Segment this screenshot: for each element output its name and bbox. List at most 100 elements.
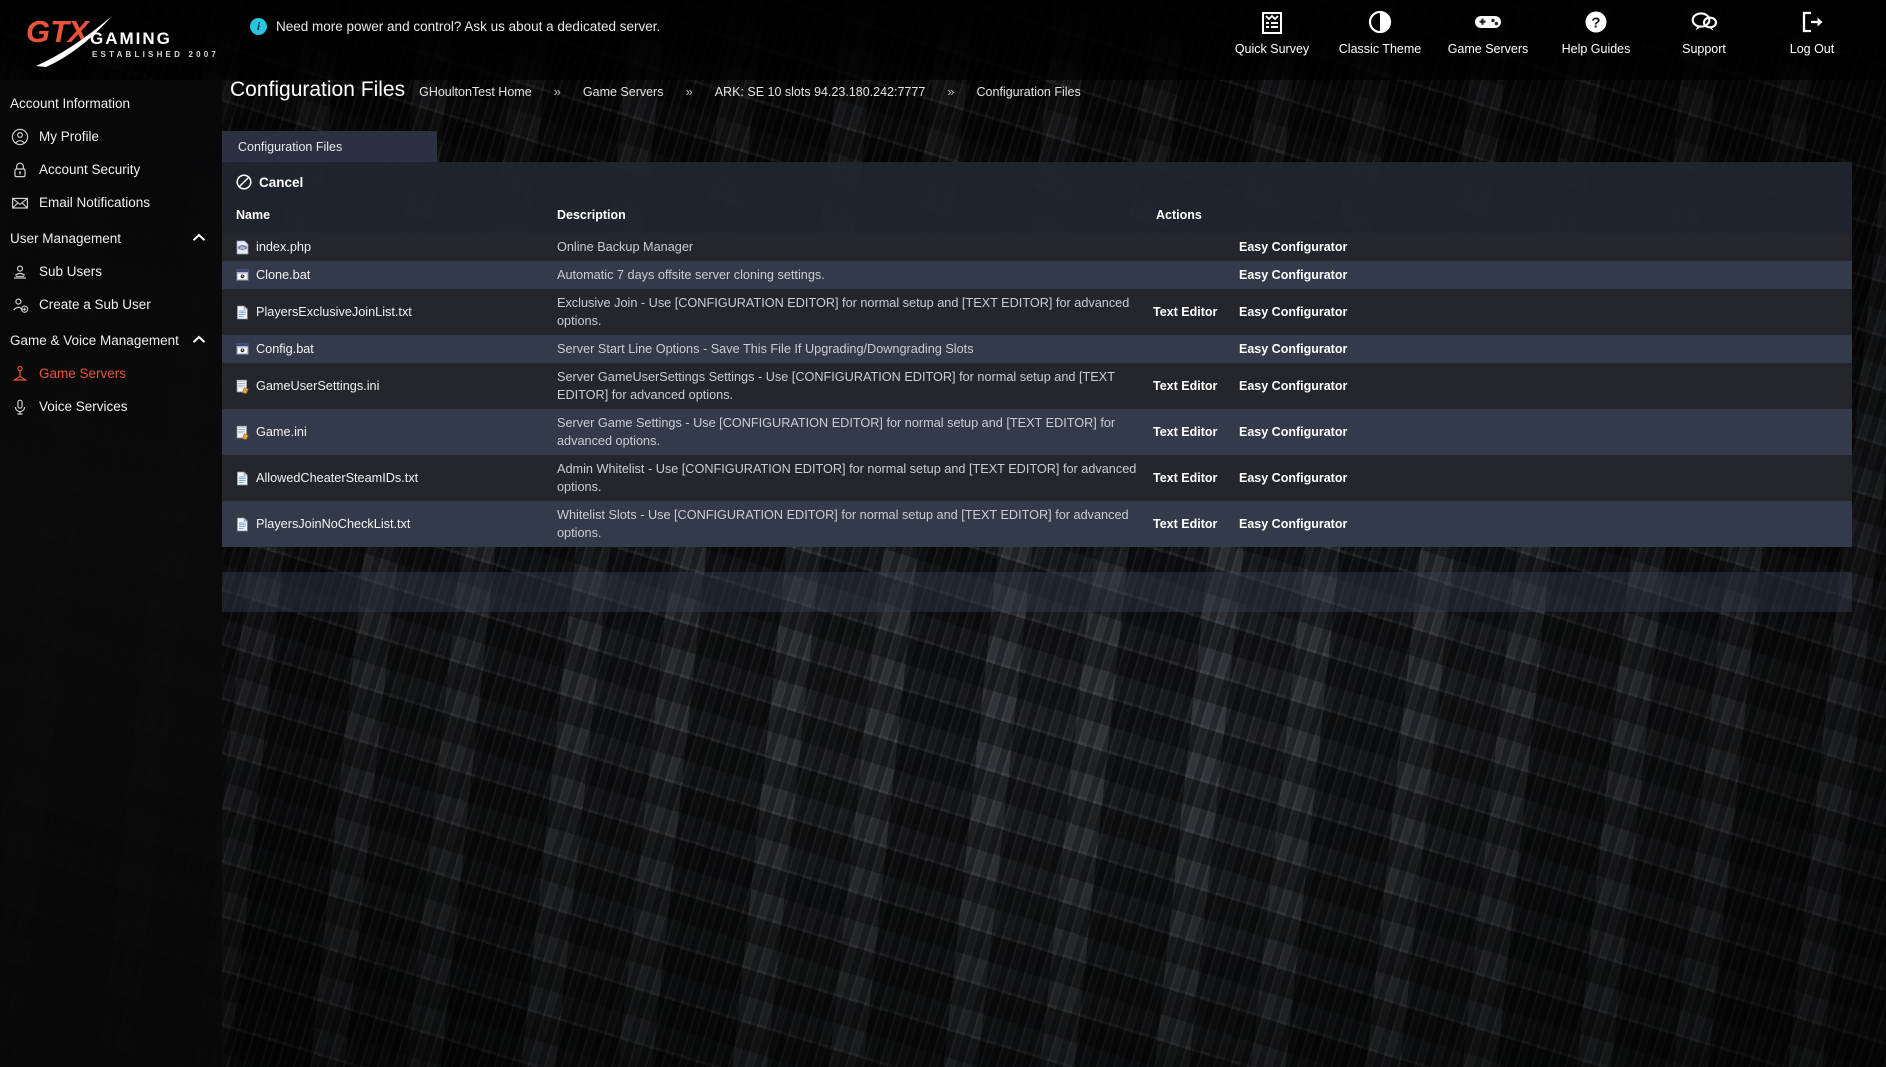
- nav-item-classic-theme[interactable]: Classic Theme: [1326, 0, 1434, 56]
- contrast-circle-icon: [1368, 9, 1392, 35]
- sidebar-group-label: Game & Voice Management: [10, 333, 179, 348]
- breadcrumb-item-game-servers[interactable]: Game Servers: [583, 85, 664, 99]
- file-name-label: Clone.bat: [256, 268, 311, 283]
- gtx-gaming-logo-icon: GT X GAMING ESTABLISHED 2007: [26, 14, 216, 67]
- table-row[interactable]: Config.bat Server Start Line Options - Sa…: [222, 335, 1852, 364]
- text-editor-button[interactable]: Text Editor: [1153, 471, 1239, 485]
- easy-configurator-button[interactable]: Easy Configurator: [1239, 268, 1347, 282]
- file-name: PlayersExclusiveJoinList.txt: [236, 305, 557, 320]
- sidebar-item-label: Sub Users: [39, 264, 103, 279]
- sidebar-item-my-profile[interactable]: My Profile: [0, 120, 222, 153]
- sidebar-item-sub-users[interactable]: Sub Users: [0, 255, 222, 288]
- easy-configurator-button[interactable]: Easy Configurator: [1239, 379, 1347, 393]
- sidebar-item-account-security[interactable]: Account Security: [0, 153, 222, 186]
- text-editor-button[interactable]: Text Editor: [1153, 305, 1239, 319]
- nav-item-help-guides[interactable]: ? Help Guides: [1542, 0, 1650, 56]
- chevron-up-icon: [192, 233, 206, 245]
- cell-actions: Text Editor Easy Configurator: [1153, 455, 1852, 501]
- top-bar: GT X GAMING ESTABLISHED 2007 i Need more…: [0, 0, 1886, 80]
- breadcrumb-item-home[interactable]: GHoultonTest Home: [419, 85, 532, 99]
- action-buttons: Text Editor Easy Configurator: [1153, 425, 1852, 439]
- text-editor-button[interactable]: Text Editor: [1153, 517, 1239, 531]
- breadcrumb-separator-icon: »: [685, 84, 693, 99]
- easy-configurator-button[interactable]: Easy Configurator: [1239, 471, 1347, 485]
- easy-configurator-button[interactable]: Easy Configurator: [1239, 342, 1347, 356]
- action-buttons: Easy Configurator: [1153, 342, 1852, 356]
- sidebar-item-create-a-sub-user[interactable]: Create a Sub User: [0, 288, 222, 321]
- sidebar-item-label: Game Servers: [39, 366, 127, 381]
- cell-file-name: PlayersExclusiveJoinList.txt: [222, 289, 557, 335]
- txt-file-icon: [237, 517, 248, 532]
- table-row[interactable]: PlayersExclusiveJoinList.txt Exclusive Jo…: [222, 289, 1852, 336]
- cell-description: Server Game Settings - Use [CONFIGURATIO…: [557, 416, 1116, 449]
- nav-item-quick-survey[interactable]: Quick Survey: [1218, 0, 1326, 56]
- nav-item-game-servers[interactable]: Game Servers: [1434, 0, 1542, 56]
- sidebar-item-email-notifications[interactable]: Email Notifications: [0, 186, 222, 219]
- column-header-description: Description: [557, 208, 626, 222]
- easy-configurator-button[interactable]: Easy Configurator: [1239, 517, 1347, 531]
- cell-actions: Text Editor Easy Configurator: [1153, 501, 1852, 547]
- cell-file-name: php index.php: [222, 233, 557, 261]
- configuration-files-table: Name Description Actions php index.php Onl…: [222, 202, 1852, 548]
- sidebar: Account Information My Profile Account S…: [0, 80, 222, 1067]
- cell-description: Automatic 7 days offsite server cloning …: [557, 268, 825, 283]
- cell-file-name: PlayersJoinNoCheckList.txt: [222, 501, 557, 547]
- table-head: Name Description Actions: [222, 202, 1852, 233]
- column-header-name: Name: [236, 208, 271, 222]
- action-buttons: Text Editor Easy Configurator: [1153, 471, 1852, 485]
- cancel-button[interactable]: Cancel: [236, 174, 303, 190]
- table-row[interactable]: AllowedCheaterSteamIDs.txt Admin Whitelis…: [222, 455, 1852, 502]
- breadcrumb-separator-icon: »: [553, 84, 561, 99]
- breadcrumb-item-current: Configuration Files: [976, 85, 1081, 99]
- nav-label: Classic Theme: [1338, 42, 1422, 56]
- gamepad-icon: [1474, 9, 1502, 35]
- file-name-label: Game.ini: [256, 425, 307, 440]
- cell-actions: Easy Configurator: [1153, 261, 1852, 289]
- sidebar-item-voice-services[interactable]: Voice Services: [0, 390, 222, 423]
- sidebar-item-label: Account Security: [39, 162, 141, 177]
- table-row[interactable]: Clone.bat Automatic 7 days offsite server…: [222, 261, 1852, 290]
- breadcrumb-item-server[interactable]: ARK: SE 10 slots 94.23.180.242:7777: [715, 85, 926, 99]
- table-row[interactable]: Game.ini Server Game Settings - Use [CONF…: [222, 409, 1852, 456]
- nav-label: Quick Survey: [1234, 42, 1310, 56]
- sidebar-item-game-servers[interactable]: Game Servers: [0, 357, 222, 390]
- nav-label: Log Out: [1789, 42, 1835, 56]
- file-name: Config.bat: [236, 342, 557, 357]
- cell-actions: Easy Configurator: [1153, 335, 1852, 363]
- easy-configurator-button[interactable]: Easy Configurator: [1239, 305, 1347, 319]
- background-translucent-band: [222, 572, 1852, 612]
- cell-actions: Easy Configurator: [1153, 233, 1852, 261]
- text-editor-button[interactable]: Text Editor: [1153, 425, 1239, 439]
- table-row[interactable]: php index.php Online Backup Manager Easy Co…: [222, 233, 1852, 262]
- users-icon: [10, 262, 29, 281]
- nav-item-log-out[interactable]: Log Out: [1758, 0, 1866, 56]
- brand-logo[interactable]: GT X GAMING ESTABLISHED 2007: [0, 0, 240, 80]
- action-buttons: Text Editor Easy Configurator: [1153, 517, 1852, 531]
- info-circle-icon: i: [250, 18, 267, 35]
- easy-configurator-button[interactable]: Easy Configurator: [1239, 240, 1347, 254]
- sidebar-group-user-management[interactable]: User Management: [0, 219, 222, 255]
- cell-description: Admin Whitelist - Use [CONFIGURATION EDI…: [557, 462, 1137, 495]
- sidebar-group-game-voice-management[interactable]: Game & Voice Management: [0, 321, 222, 357]
- easy-configurator-button[interactable]: Easy Configurator: [1239, 425, 1347, 439]
- page-title: Configuration Files: [230, 78, 406, 101]
- ini-file-icon: [236, 425, 249, 440]
- sidebar-item-label: Create a Sub User: [39, 297, 151, 312]
- file-name-label: GameUserSettings.ini: [256, 379, 380, 394]
- table-row[interactable]: PlayersJoinNoCheckList.txt Whitelist Slot…: [222, 501, 1852, 548]
- user-add-icon: [10, 295, 29, 314]
- nav-label: Game Servers: [1447, 42, 1529, 56]
- panel-tab-configuration-files[interactable]: Configuration Files: [222, 131, 437, 162]
- cell-description: Server Start Line Options - Save This Fi…: [557, 342, 974, 357]
- top-nav: Quick Survey Classic Theme Game Servers …: [1218, 0, 1886, 80]
- action-buttons: Easy Configurator: [1153, 268, 1852, 282]
- text-editor-button[interactable]: Text Editor: [1153, 379, 1239, 393]
- cell-file-name: Config.bat: [222, 335, 557, 363]
- file-name: PlayersJoinNoCheckList.txt: [236, 517, 557, 532]
- table-row[interactable]: GameUserSettings.ini Server GameUserSetti…: [222, 363, 1852, 410]
- sidebar-group-label: Account Information: [10, 96, 131, 111]
- table-header-row: Name Description Actions: [222, 202, 1852, 233]
- cell-description: Online Backup Manager: [557, 240, 694, 254]
- nav-item-support[interactable]: Support: [1650, 0, 1758, 56]
- file-name-label: index.php: [256, 240, 312, 255]
